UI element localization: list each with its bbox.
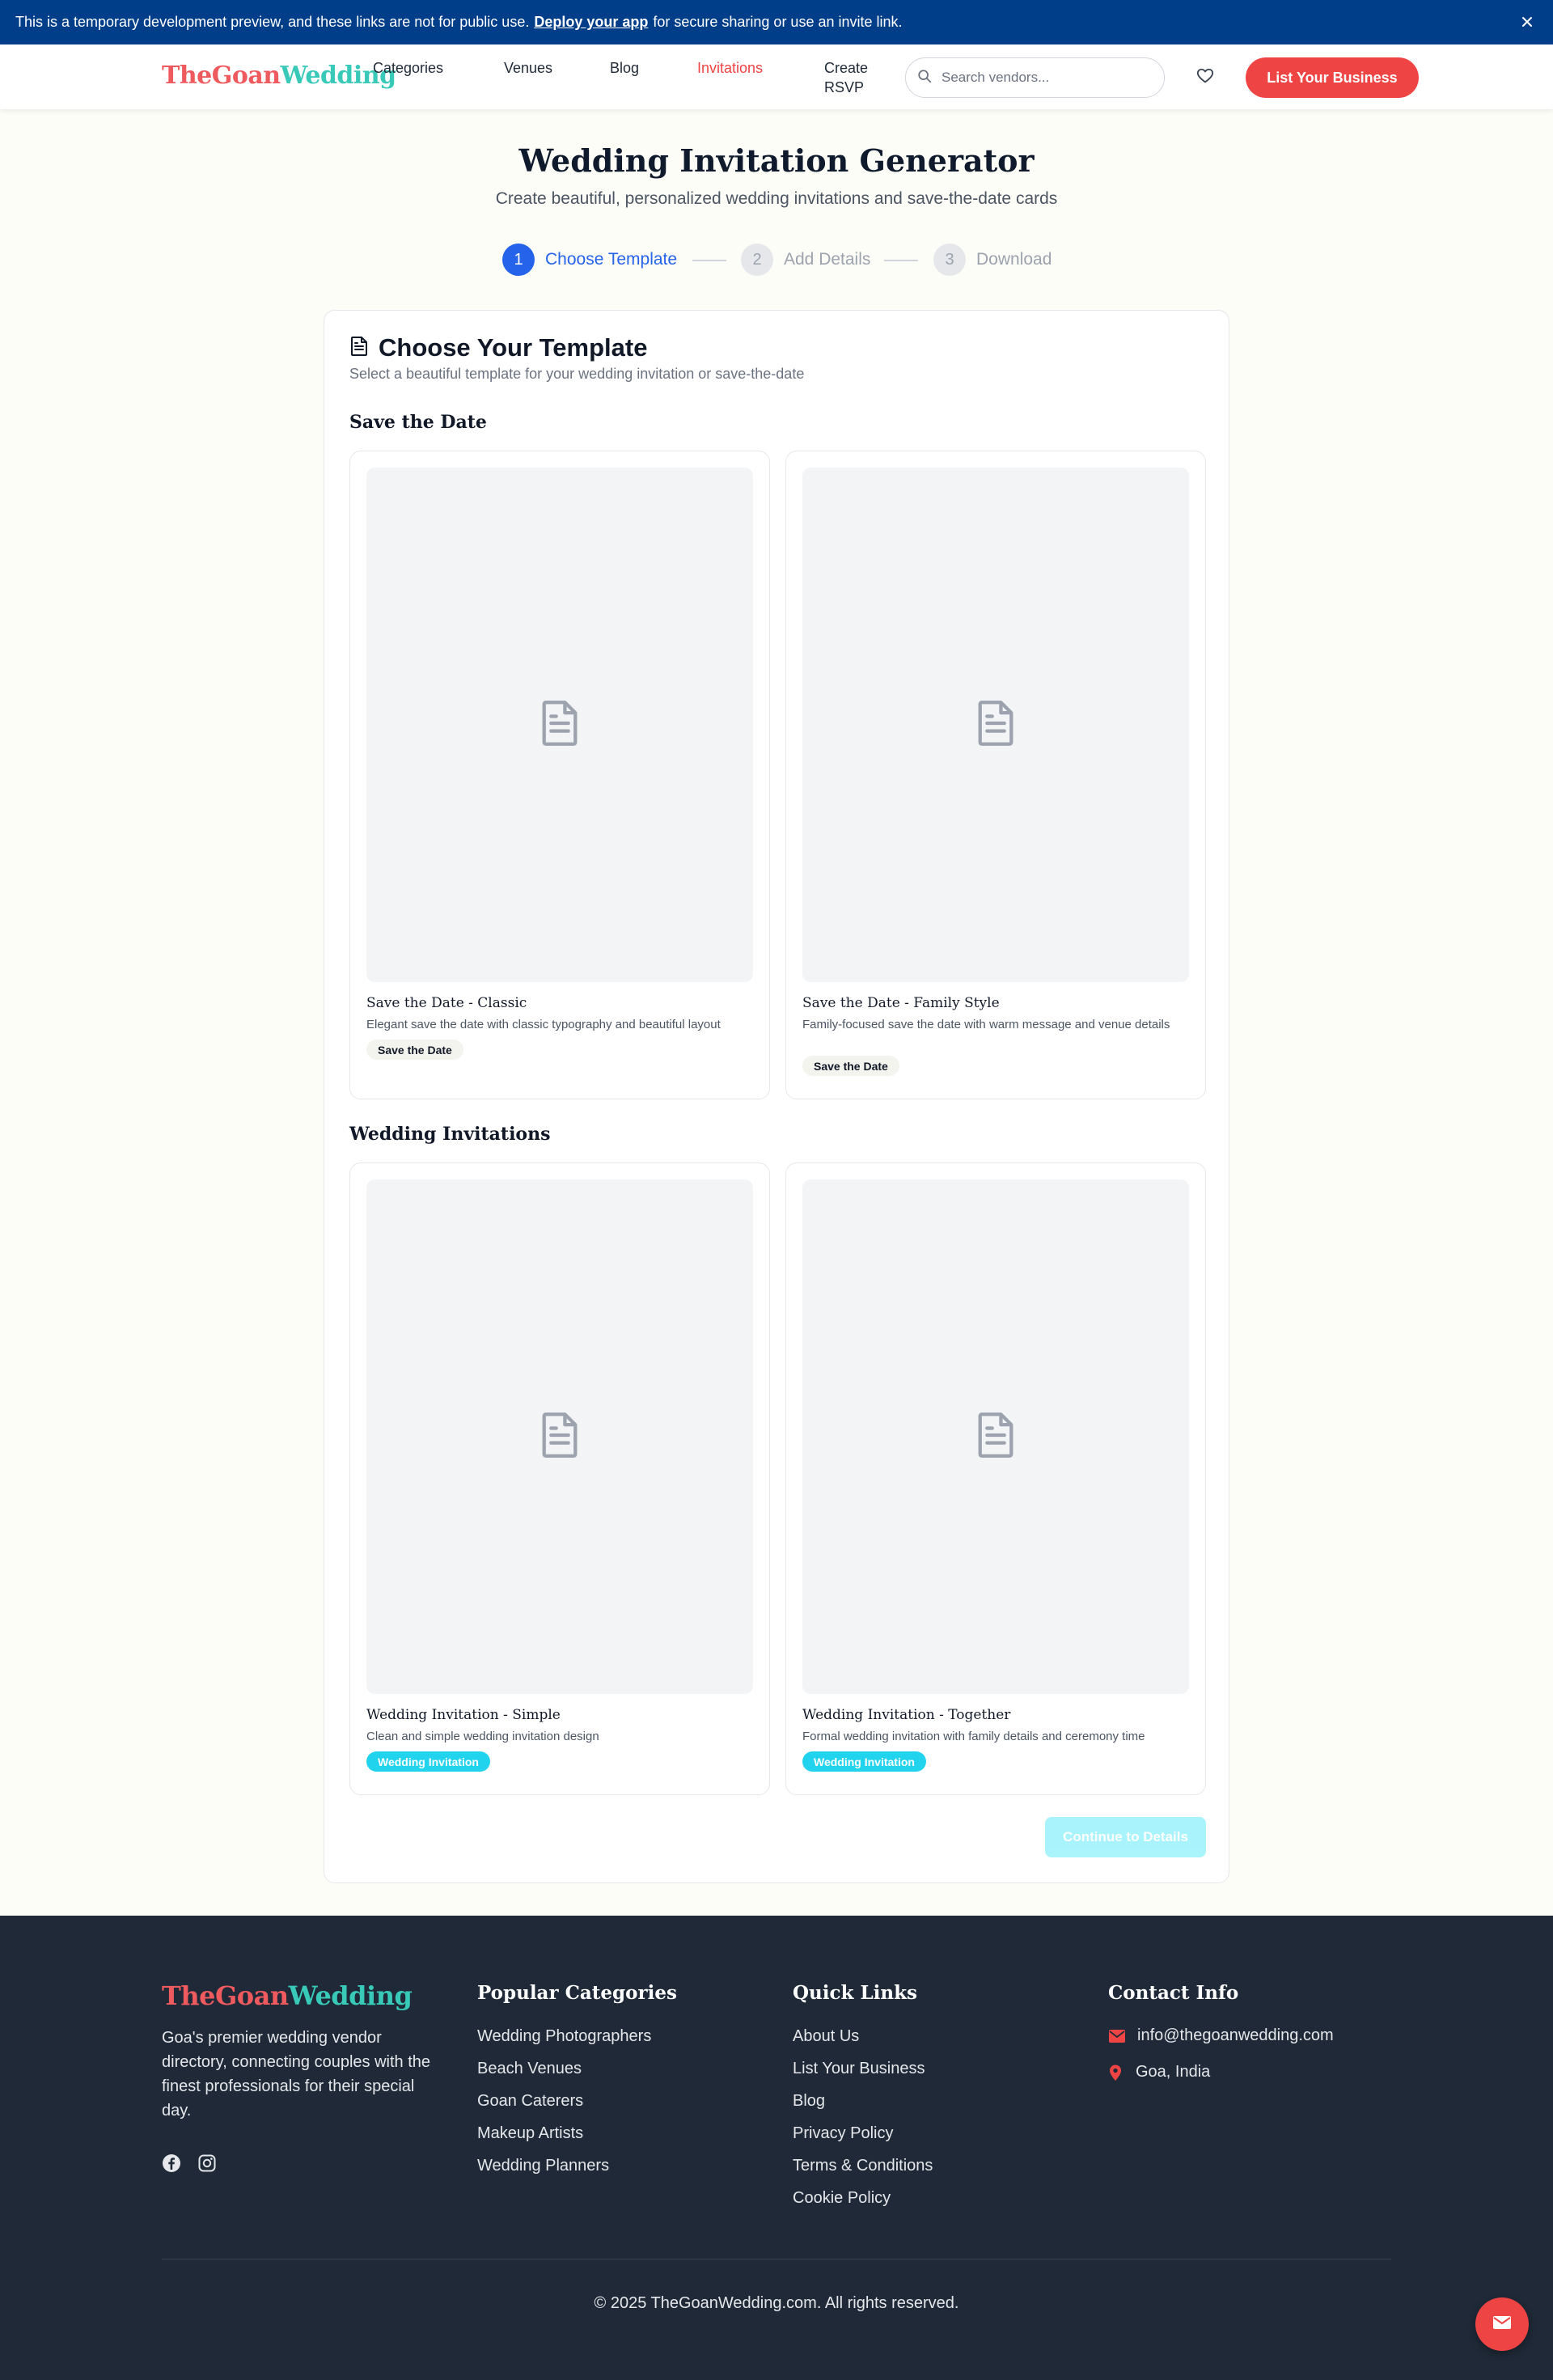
file-text-icon bbox=[975, 1411, 1017, 1463]
template-card-invitation-together[interactable]: Wedding Invitation - Together Formal wed… bbox=[785, 1162, 1206, 1795]
file-text-icon bbox=[539, 699, 581, 752]
banner-text: This is a temporary development preview,… bbox=[15, 14, 530, 30]
footer-copyright: © 2025 TheGoanWedding.com. All rights re… bbox=[594, 2294, 959, 2312]
step-label: Choose Template bbox=[545, 250, 678, 269]
footer-location: Goa, India bbox=[1107, 2063, 1210, 2081]
card-header: Choose Your Template bbox=[349, 333, 647, 362]
footer-contact-title: Contact Info bbox=[1108, 1982, 1239, 2004]
page-title: Wedding Invitation Generator bbox=[518, 142, 1035, 179]
template-description: Elegant save the date with classic typog… bbox=[366, 1018, 721, 1031]
footer-about: Goa's premier wedding vendor directory, … bbox=[162, 2029, 431, 2120]
search-icon bbox=[917, 69, 932, 87]
section-title-save-the-date: Save the Date bbox=[349, 412, 487, 433]
template-tag: Wedding Invitation bbox=[802, 1751, 926, 1772]
footer-link-category[interactable]: Goan Caterers bbox=[477, 2092, 583, 2111]
template-preview bbox=[366, 1179, 753, 1694]
step-number: 1 bbox=[502, 244, 535, 276]
file-text-icon bbox=[539, 1411, 581, 1463]
search-input[interactable] bbox=[942, 70, 1152, 86]
template-picker-card: Choose Your Template Select a beautiful … bbox=[324, 310, 1229, 1883]
footer-location-text: Goa, India bbox=[1136, 2063, 1211, 2081]
preview-banner: This is a temporary development preview,… bbox=[0, 0, 1553, 44]
template-name: Save the Date - Classic bbox=[366, 995, 527, 1011]
banner-text-after: for secure sharing or use an invite link… bbox=[653, 14, 903, 30]
template-name: Wedding Invitation - Simple bbox=[366, 1707, 561, 1723]
vendor-search[interactable] bbox=[905, 57, 1165, 98]
footer-link-about[interactable]: About Us bbox=[793, 2027, 859, 2046]
footer-link-category[interactable]: Wedding Planners bbox=[477, 2157, 609, 2175]
footer-email[interactable]: info@thegoanwedding.com bbox=[1108, 2026, 1334, 2045]
instagram-icon[interactable] bbox=[197, 2153, 217, 2173]
card-title: Choose Your Template bbox=[379, 333, 648, 362]
step-label: Download bbox=[976, 250, 1052, 269]
footer-link-list-business[interactable]: List Your Business bbox=[793, 2060, 925, 2078]
footer-link-cookie[interactable]: Cookie Policy bbox=[793, 2189, 891, 2208]
template-name: Save the Date - Family Style bbox=[802, 995, 1000, 1011]
template-description: Clean and simple wedding invitation desi… bbox=[366, 1730, 599, 1743]
template-preview bbox=[802, 468, 1189, 982]
template-name: Wedding Invitation - Together bbox=[802, 1707, 1011, 1723]
card-description: Select a beautiful template for your wed… bbox=[349, 366, 805, 382]
template-card-save-date-classic[interactable]: Save the Date - Classic Elegant save the… bbox=[349, 451, 770, 1099]
document-icon bbox=[349, 336, 369, 361]
site-logo[interactable]: TheGoanWedding bbox=[162, 61, 396, 90]
step-number: 3 bbox=[933, 244, 966, 276]
footer-link-category[interactable]: Wedding Photographers bbox=[477, 2027, 651, 2046]
step-label: Add Details bbox=[784, 250, 871, 269]
logo-part-2: Wedding bbox=[288, 1980, 413, 2011]
heart-icon[interactable] bbox=[1196, 67, 1216, 87]
nav-create-rsvp[interactable]: Create RSVP bbox=[824, 58, 881, 97]
map-pin-icon bbox=[1107, 2064, 1124, 2081]
footer-link-blog[interactable]: Blog bbox=[793, 2092, 825, 2111]
floating-contact-button[interactable] bbox=[1475, 2297, 1529, 2351]
step-add-details[interactable]: 2 Add Details bbox=[741, 244, 870, 276]
template-preview bbox=[366, 468, 753, 982]
nav-invitations[interactable]: Invitations bbox=[697, 58, 763, 78]
footer-email-text: info@thegoanwedding.com bbox=[1137, 2026, 1334, 2044]
page-subtitle: Create beautiful, personalized wedding i… bbox=[495, 189, 1058, 208]
logo-part-1: TheGoan bbox=[162, 61, 281, 90]
list-business-button[interactable]: List Your Business bbox=[1246, 57, 1419, 98]
step-connector bbox=[884, 260, 918, 261]
footer-logo[interactable]: TheGoanWedding bbox=[162, 1980, 413, 2011]
facebook-icon[interactable] bbox=[162, 2153, 181, 2173]
step-download[interactable]: 3 Download bbox=[933, 244, 1052, 276]
template-card-invitation-simple[interactable]: Wedding Invitation - Simple Clean and si… bbox=[349, 1162, 770, 1795]
footer-quick-links-title: Quick Links bbox=[793, 1982, 917, 2004]
template-tag: Save the Date bbox=[366, 1040, 463, 1060]
nav-venues[interactable]: Venues bbox=[504, 58, 552, 78]
step-choose-template[interactable]: 1 Choose Template bbox=[502, 244, 677, 276]
nav-categories[interactable]: Categories bbox=[373, 58, 443, 78]
footer-categories-title: Popular Categories bbox=[477, 1982, 677, 2004]
template-tag: Save the Date bbox=[802, 1056, 899, 1076]
footer-link-category[interactable]: Beach Venues bbox=[477, 2060, 582, 2078]
mail-icon bbox=[1108, 2027, 1126, 2045]
nav-blog[interactable]: Blog bbox=[610, 58, 639, 78]
template-preview bbox=[802, 1179, 1189, 1694]
step-connector bbox=[692, 260, 726, 261]
step-number: 2 bbox=[741, 244, 773, 276]
deploy-app-link[interactable]: Deploy your app bbox=[534, 14, 648, 31]
site-header: TheGoanWedding Categories Venues Blog In… bbox=[0, 44, 1553, 109]
footer-link-category[interactable]: Makeup Artists bbox=[477, 2124, 583, 2143]
section-title-wedding-invitations: Wedding Invitations bbox=[349, 1124, 551, 1145]
template-tag: Wedding Invitation bbox=[366, 1751, 490, 1772]
mail-icon bbox=[1492, 2314, 1512, 2335]
template-description: Formal wedding invitation with family de… bbox=[802, 1730, 1145, 1743]
close-icon[interactable] bbox=[1517, 12, 1537, 32]
footer-link-privacy[interactable]: Privacy Policy bbox=[793, 2124, 893, 2143]
footer-link-terms[interactable]: Terms & Conditions bbox=[793, 2157, 933, 2175]
template-description: Family-focused save the date with warm m… bbox=[802, 1018, 1170, 1031]
file-text-icon bbox=[975, 699, 1017, 752]
continue-to-details-button[interactable]: Continue to Details bbox=[1045, 1817, 1206, 1857]
template-card-save-date-family[interactable]: Save the Date - Family Style Family-focu… bbox=[785, 451, 1206, 1099]
logo-part-1: TheGoan bbox=[162, 1980, 289, 2011]
